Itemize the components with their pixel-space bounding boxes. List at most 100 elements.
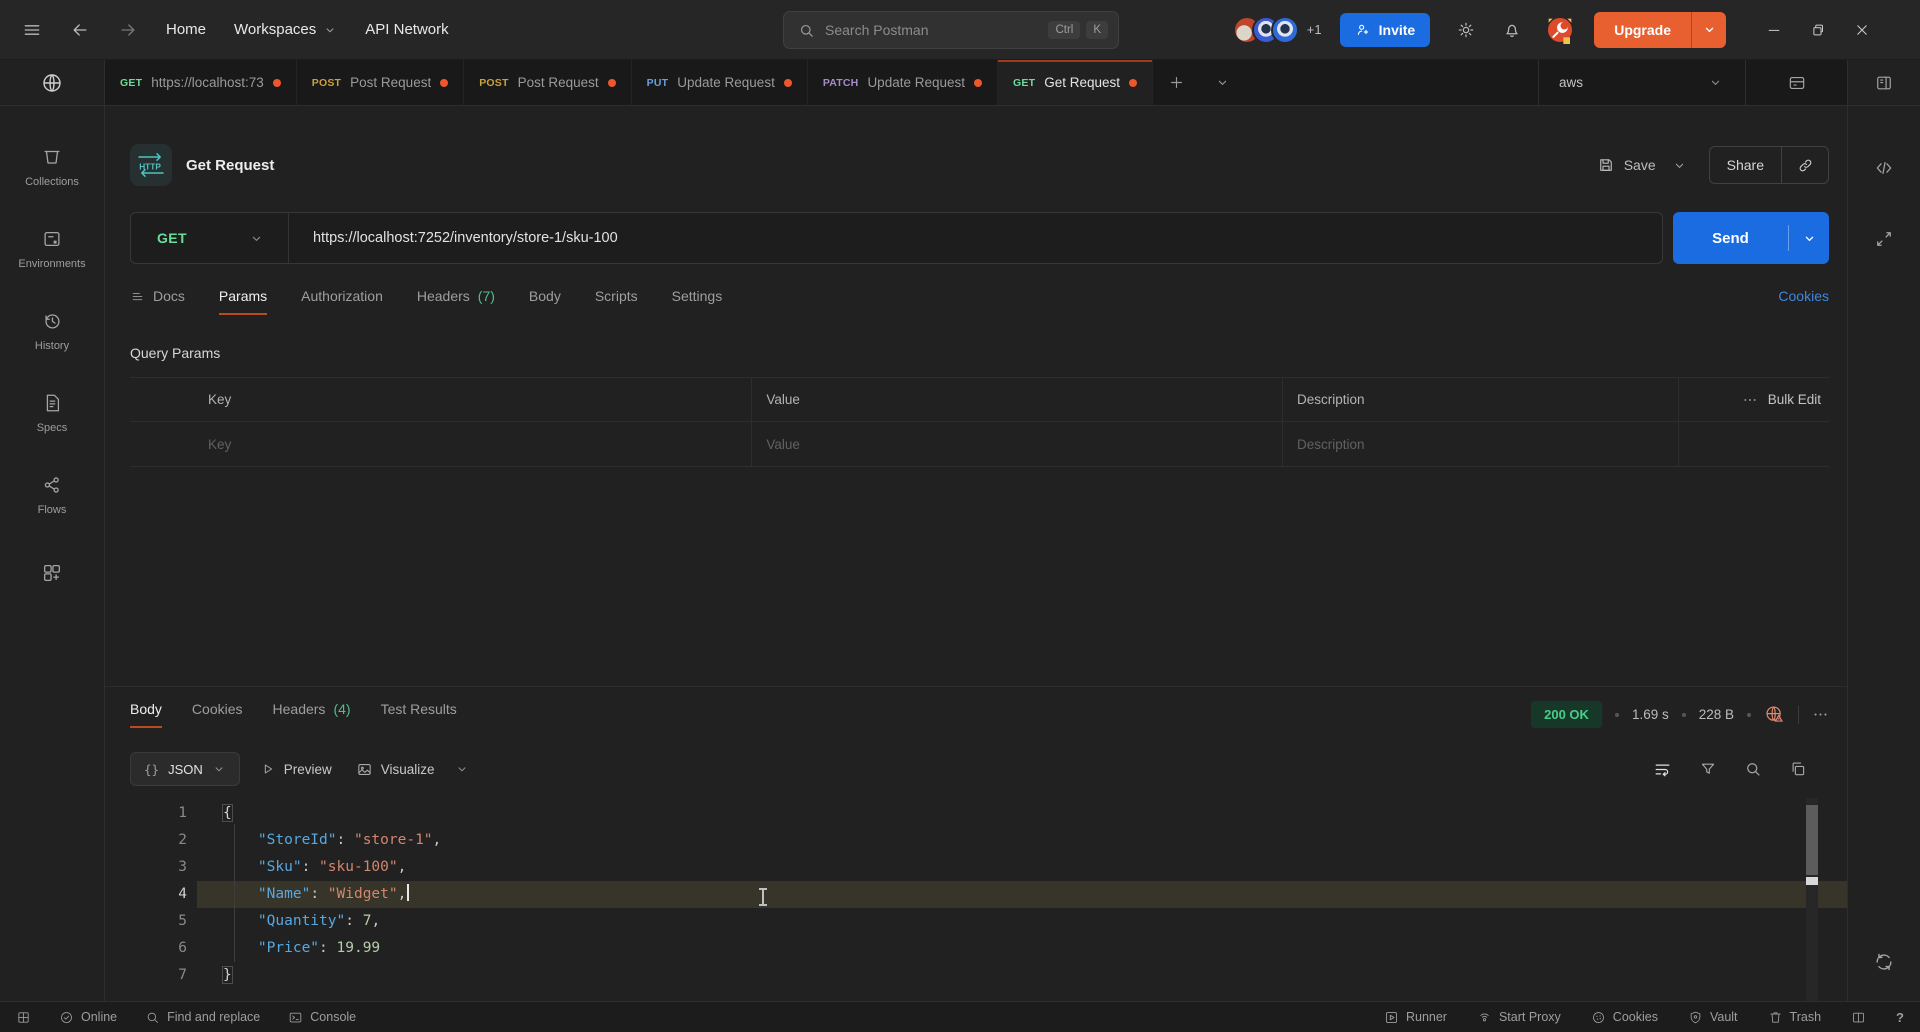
response-format-dropdown[interactable]: {} JSON	[130, 752, 240, 786]
environment-quicklook-icon[interactable]	[1745, 60, 1847, 105]
response-body-editor[interactable]: 1{2 "StoreId": "store-1",3 "Sku": "sku-1…	[105, 798, 1847, 1001]
open-request-tab[interactable]: POSTPost Request	[464, 60, 631, 105]
environment-selector[interactable]: aws	[1538, 60, 1745, 105]
request-tab-body[interactable]: Body	[529, 288, 561, 315]
open-request-tab[interactable]: GETGet Request	[998, 60, 1153, 105]
minimize-icon[interactable]	[1752, 10, 1796, 50]
scrollbar-thumb[interactable]	[1806, 805, 1818, 875]
sidebar-item-collections[interactable]: Collections	[0, 126, 104, 208]
code-line[interactable]: 7}	[105, 962, 1847, 989]
code-line[interactable]: 2 "StoreId": "store-1",	[105, 827, 1847, 854]
upgrade-label: Upgrade	[1594, 22, 1691, 38]
bulk-edit-button[interactable]: Bulk Edit	[1679, 378, 1829, 421]
method-selector[interactable]: GET	[131, 230, 288, 246]
response-size[interactable]: 228 B	[1699, 707, 1734, 722]
url-input[interactable]: https://localhost:7252/inventory/store-1…	[289, 230, 618, 246]
request-tab-scripts[interactable]: Scripts	[595, 288, 638, 315]
statusbar-item-columns[interactable]	[1851, 1010, 1866, 1025]
code-line[interactable]: 5 "Quantity": 7,	[105, 908, 1847, 935]
request-tab-settings[interactable]: Settings	[672, 288, 723, 315]
visualize-button[interactable]: Visualize	[352, 761, 439, 778]
sync-status-icon[interactable]	[1873, 951, 1895, 973]
wrap-text-icon[interactable]	[1653, 760, 1672, 779]
save-options-chevron-icon[interactable]	[1672, 158, 1687, 173]
sidebar-item-history[interactable]: History	[0, 290, 104, 372]
statusbar-item-find-and-replace[interactable]: Find and replace	[145, 1010, 260, 1025]
nav-api-network[interactable]: API Network	[365, 21, 448, 38]
status-badge[interactable]: 200 OK	[1531, 701, 1602, 728]
save-button[interactable]: Save	[1597, 156, 1656, 174]
back-icon[interactable]	[70, 20, 90, 40]
scrollbar-track[interactable]	[1806, 798, 1818, 1001]
cookies-link[interactable]: Cookies	[1778, 288, 1829, 315]
preview-button[interactable]: Preview	[256, 761, 336, 777]
network-warning-icon[interactable]	[1764, 704, 1785, 725]
search-response-icon[interactable]	[1744, 760, 1762, 778]
open-request-tab[interactable]: POSTPost Request	[297, 60, 464, 105]
sidebar-item-environments[interactable]: Environments	[0, 208, 104, 290]
copy-icon[interactable]	[1789, 760, 1807, 778]
filter-icon[interactable]	[1699, 760, 1717, 778]
open-request-tab[interactable]: GEThttps://localhost:73	[105, 60, 297, 105]
response-tab-headers[interactable]: Headers (4)	[273, 701, 351, 728]
visualize-chevron-icon[interactable]	[455, 762, 469, 776]
code-line[interactable]: 3 "Sku": "sku-100",	[105, 854, 1847, 881]
postman-logo[interactable]	[1544, 14, 1576, 46]
bell-icon[interactable]	[1502, 20, 1522, 40]
sidebar-item-specs[interactable]: Specs	[0, 372, 104, 454]
key-input[interactable]: Key	[190, 422, 752, 466]
avatar[interactable]	[1271, 16, 1299, 44]
request-tab-docs[interactable]: Docs	[130, 288, 185, 315]
statusbar-item-grid[interactable]	[16, 1010, 31, 1025]
workspace-globe-icon[interactable]	[0, 60, 104, 106]
statusbar-item-console[interactable]: Console	[288, 1010, 356, 1025]
statusbar-item-help[interactable]: ?	[1896, 1010, 1904, 1025]
statusbar-item-online[interactable]: Online	[59, 1010, 117, 1025]
request-tab-headers[interactable]: Headers (7)	[417, 288, 495, 315]
statusbar-item-trash[interactable]: Trash	[1768, 1010, 1822, 1025]
nav-workspaces[interactable]: Workspaces	[234, 21, 337, 38]
response-tab-cookies[interactable]: Cookies	[192, 701, 243, 728]
sidebar-panel-icon[interactable]	[1848, 60, 1920, 106]
nav-home[interactable]: Home	[166, 21, 206, 38]
code-snippet-icon[interactable]	[1874, 158, 1894, 178]
add-module-icon[interactable]	[0, 562, 104, 584]
upgrade-button[interactable]: Upgrade	[1594, 12, 1726, 48]
restore-icon[interactable]	[1796, 10, 1840, 50]
statusbar-item-cookies[interactable]: Cookies	[1591, 1010, 1658, 1025]
tab-list-chevron-icon[interactable]	[1199, 60, 1245, 105]
send-options-chevron-icon[interactable]	[1789, 231, 1829, 246]
response-tab-body[interactable]: Body	[130, 701, 162, 728]
value-input[interactable]: Value	[752, 422, 1283, 466]
upgrade-chevron-icon[interactable]	[1692, 22, 1726, 37]
request-tab-authorization[interactable]: Authorization	[301, 288, 383, 315]
statusbar-item-start-proxy[interactable]: Start Proxy	[1477, 1010, 1561, 1025]
main-menu-icon[interactable]	[22, 20, 42, 40]
response-more-options-icon[interactable]	[1812, 706, 1829, 723]
forward-icon[interactable]	[118, 20, 138, 40]
gear-icon[interactable]	[1456, 20, 1476, 40]
response-time[interactable]: 1.69 s	[1632, 707, 1669, 722]
open-request-tab[interactable]: PUTUpdate Request	[632, 60, 808, 105]
sidebar-item-flows[interactable]: Flows	[0, 454, 104, 536]
copy-link-icon[interactable]	[1782, 147, 1828, 183]
open-request-tab[interactable]: PATCHUpdate Request	[808, 60, 998, 105]
send-button[interactable]: Send	[1673, 212, 1829, 264]
code-line[interactable]: 4 "Name": "Widget",	[105, 881, 1847, 908]
code-line[interactable]: 1{	[105, 800, 1847, 827]
expand-pane-icon[interactable]	[1874, 229, 1894, 249]
new-tab-button[interactable]	[1153, 60, 1199, 105]
search-input[interactable]: Search Postman Ctrl K	[783, 11, 1119, 49]
response-tab-test-results[interactable]: Test Results	[381, 701, 457, 728]
statusbar-item-vault[interactable]: Vault	[1688, 1010, 1738, 1025]
share-button[interactable]: Share	[1710, 157, 1781, 173]
code-text: "Quantity": 7,	[197, 908, 1847, 935]
code-line[interactable]: 6 "Price": 19.99	[105, 935, 1847, 962]
close-icon[interactable]	[1840, 10, 1884, 50]
request-tab-params[interactable]: Params	[219, 288, 267, 315]
description-input[interactable]: Description	[1283, 422, 1679, 466]
avatar-overflow-count[interactable]: +1	[1307, 22, 1322, 37]
response-splitter[interactable]	[105, 686, 1847, 687]
invite-button[interactable]: Invite	[1340, 13, 1431, 47]
statusbar-item-runner[interactable]: Runner	[1384, 1010, 1447, 1025]
